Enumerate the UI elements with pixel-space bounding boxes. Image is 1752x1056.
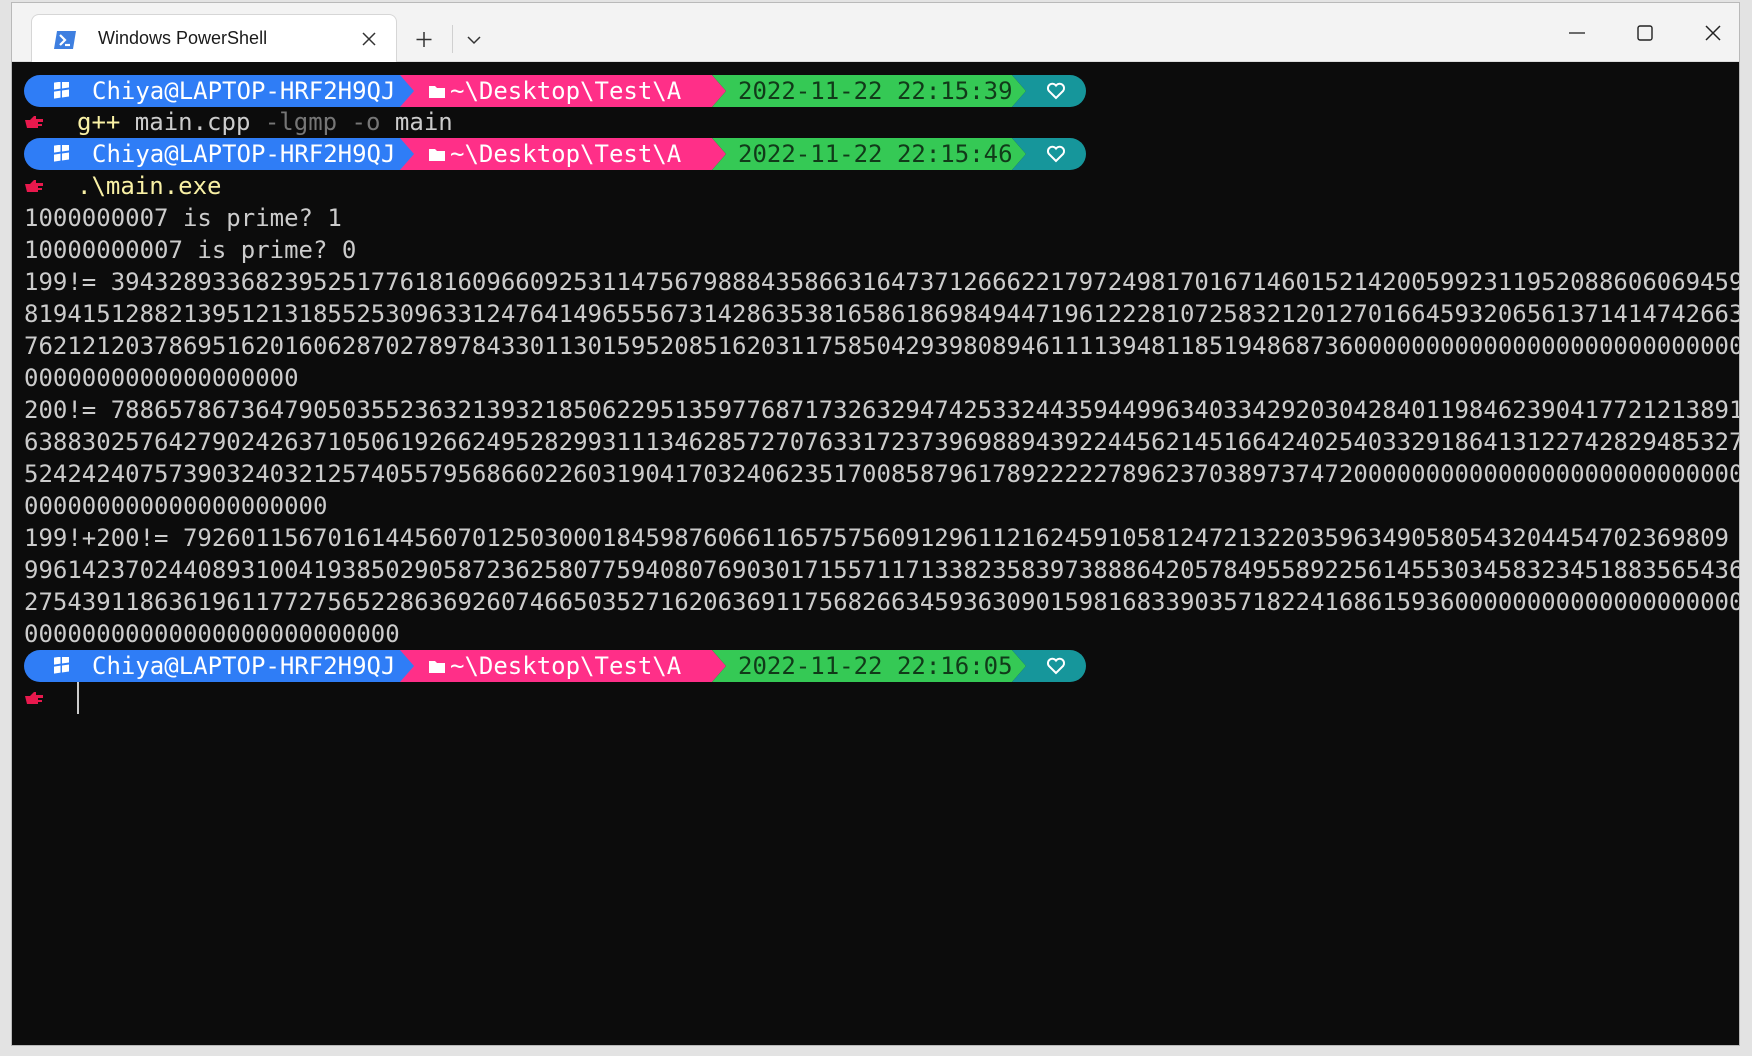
prompt-time-segment: 2022-11-22 22:16:05	[712, 650, 1026, 682]
prompt-time: 2022-11-22 22:15:39	[738, 77, 1013, 105]
text-cursor	[77, 682, 79, 714]
output-line: 10000000007 is prime? 0	[24, 236, 357, 264]
input-line[interactable]	[24, 682, 111, 714]
pointing-hand-icon	[25, 116, 43, 128]
prompt-path: ~\Desktop\Test\A	[450, 652, 682, 680]
output-line: 9961423702440893100419385029058723625807…	[24, 556, 1740, 584]
output-line: 7621212037869516201606287027897843301130…	[24, 332, 1740, 360]
prompt-time-segment: 2022-11-22 22:15:46	[712, 138, 1026, 170]
prompt-user: Chiya@LAPTOP-HRF2H9QJ	[92, 140, 396, 168]
folder-icon	[428, 147, 446, 162]
tab-separator	[452, 25, 453, 53]
output-line: 6388302576427902426371050619266249528299…	[24, 428, 1740, 456]
output-line: 00000000000000000000000000	[24, 620, 400, 648]
maximize-button[interactable]	[1611, 3, 1679, 62]
output-line: 5242424075739032403212574055795686602260…	[24, 460, 1740, 488]
prompt-path-segment: ~\Desktop\Test\A	[400, 138, 726, 170]
pointing-hand-icon	[25, 180, 43, 192]
terminal-output[interactable]: Chiya@LAPTOP-HRF2H9QJ ~\Desktop\Test\A 2…	[12, 63, 1739, 1045]
heart-icon	[1047, 145, 1065, 163]
close-icon	[1705, 25, 1721, 41]
windows-icon	[54, 657, 69, 674]
folder-icon	[428, 84, 446, 99]
prompt-time-segment: 2022-11-22 22:15:39	[712, 75, 1026, 107]
folder-icon	[428, 659, 446, 674]
prompt-path-segment: ~\Desktop\Test\A	[400, 75, 726, 107]
pointing-hand-icon	[25, 692, 43, 704]
tab-title: Windows PowerShell	[98, 28, 268, 48]
close-tab-button[interactable]	[359, 29, 379, 49]
output-line: 199!+200!= 79260115670161445607012503000…	[24, 524, 1740, 552]
prompt-user-segment: Chiya@LAPTOP-HRF2H9QJ	[24, 138, 424, 170]
minimize-icon	[1569, 32, 1585, 34]
terminal-window: Windows PowerShell Chiya@LAPTOP-HRF2H9QJ…	[11, 2, 1740, 1046]
windows-icon	[54, 82, 69, 99]
powershell-icon	[53, 30, 77, 55]
output-line: 1000000007 is prime? 1	[24, 204, 342, 232]
prompt-user-segment: Chiya@LAPTOP-HRF2H9QJ	[24, 650, 424, 682]
output-line: 8194151288213951213185525309633124764149…	[24, 300, 1740, 328]
command-arg: main	[380, 108, 453, 136]
tab-dropdown-button[interactable]	[459, 22, 489, 56]
prompt-user: Chiya@LAPTOP-HRF2H9QJ	[92, 652, 396, 680]
command-exe: .\main.exe	[77, 172, 222, 200]
prompt-user: Chiya@LAPTOP-HRF2H9QJ	[92, 77, 396, 105]
windows-icon	[54, 145, 69, 162]
prompt-path-segment: ~\Desktop\Test\A	[400, 650, 726, 682]
prompt-path: ~\Desktop\Test\A	[450, 140, 682, 168]
close-window-button[interactable]	[1679, 3, 1739, 62]
maximize-icon	[1637, 25, 1653, 41]
command-line: .\main.exe	[24, 170, 222, 202]
command-line: g++ main.cpp -lgmp -o main	[24, 106, 453, 138]
output-line: 200!= 7886578673647905035523632139321850…	[24, 396, 1740, 424]
command-exe: g++	[77, 108, 121, 136]
prompt-time: 2022-11-22 22:15:46	[738, 140, 1013, 168]
prompt-time: 2022-11-22 22:16:05	[738, 652, 1013, 680]
prompt-path: ~\Desktop\Test\A	[450, 77, 682, 105]
new-tab-button[interactable]	[406, 22, 442, 56]
command-arg: main.cpp	[120, 108, 265, 136]
command-flag: -lgmp	[264, 108, 338, 136]
chevron-down-icon	[467, 36, 481, 45]
output-line: 2754391186361961177275652286369260746650…	[24, 588, 1740, 616]
plus-icon	[416, 32, 432, 47]
output-line: 199!= 3943289336823952517761816096609253…	[24, 268, 1740, 296]
tab-powershell[interactable]: Windows PowerShell	[31, 14, 397, 62]
prompt-user-segment: Chiya@LAPTOP-HRF2H9QJ	[24, 75, 424, 107]
command-flag: -o	[337, 108, 381, 136]
close-icon	[362, 32, 376, 46]
minimize-button[interactable]	[1543, 3, 1611, 62]
heart-icon	[1047, 657, 1065, 675]
output-line: 000000000000000000000	[24, 492, 328, 520]
output-line: 0000000000000000000	[24, 364, 299, 392]
title-bar: Windows PowerShell	[12, 3, 1739, 62]
heart-icon	[1047, 82, 1065, 100]
